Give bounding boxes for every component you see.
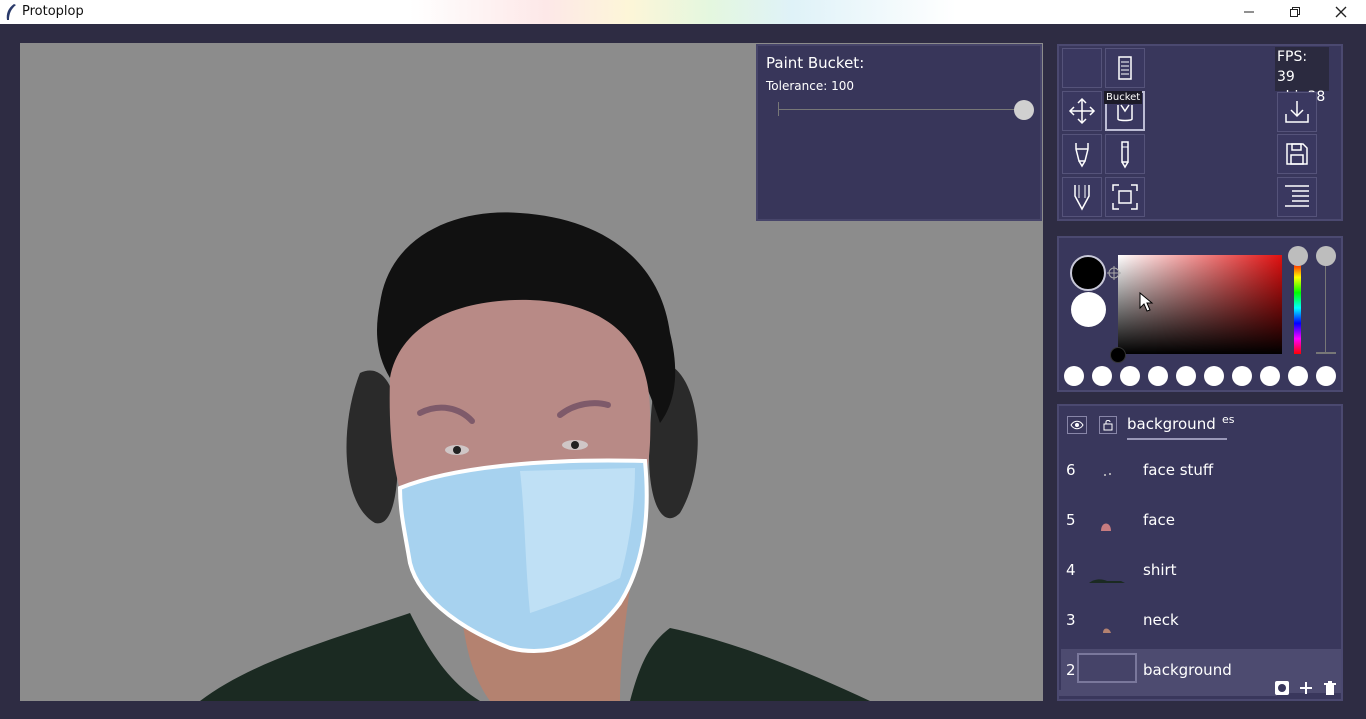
- tool-options-title: Paint Bucket:: [766, 54, 865, 72]
- title-bar: Protoplop: [0, 0, 1366, 24]
- add-layer-button[interactable]: [1297, 679, 1315, 697]
- tool-options-panel: Paint Bucket: Tolerance: 100: [756, 44, 1042, 221]
- fit-screen-icon: [1112, 184, 1138, 210]
- layer-thumbnail: [1077, 453, 1137, 483]
- tolerance-label: Tolerance: 100: [766, 79, 854, 93]
- layer-name: face: [1143, 511, 1175, 529]
- picker-crosshair-icon: [1107, 266, 1121, 280]
- layer-name: neck: [1143, 611, 1179, 629]
- tool-move[interactable]: [1062, 91, 1102, 131]
- minimize-button[interactable]: [1226, 0, 1272, 24]
- tolerance-slider-track[interactable]: [778, 109, 1023, 110]
- palette-swatch[interactable]: [1064, 366, 1084, 386]
- maximize-button[interactable]: [1272, 0, 1318, 24]
- layer-row[interactable]: 3 neck: [1061, 599, 1341, 643]
- opacity-slider-base: [1316, 352, 1336, 354]
- tool-fit-screen[interactable]: [1105, 177, 1145, 217]
- move-icon: [1068, 97, 1096, 125]
- delete-layer-button[interactable]: [1321, 679, 1339, 697]
- layer-name: shirt: [1143, 561, 1177, 579]
- layers-scrollbar[interactable]: [1059, 690, 1277, 696]
- layer-name: face stuff: [1143, 461, 1214, 479]
- layer-thumbnail: [1077, 653, 1137, 683]
- palette-swatch[interactable]: [1288, 366, 1308, 386]
- layer-thumbnail: [1077, 603, 1137, 633]
- trash-icon: [1324, 680, 1336, 695]
- pencil-icon: [1121, 141, 1129, 169]
- layer-header-suffix: es: [1222, 413, 1235, 426]
- palette-swatch[interactable]: [1148, 366, 1168, 386]
- hue-slider[interactable]: [1294, 262, 1301, 354]
- layer-row[interactable]: 4 shirt: [1061, 549, 1341, 593]
- layers-panel: background es 6 face stuff 5 face 4 shir…: [1057, 404, 1343, 701]
- window-title: Protoplop: [22, 4, 84, 19]
- layer-visibility-toggle[interactable]: [1067, 416, 1087, 434]
- save-icon: [1286, 143, 1308, 165]
- layer-number: 2: [1066, 661, 1076, 679]
- mask-icon: [1275, 681, 1289, 695]
- brush-icon: [1074, 185, 1090, 211]
- layer-number: 3: [1066, 611, 1076, 629]
- layer-name-underline: [1127, 438, 1227, 440]
- close-icon: [1335, 6, 1347, 18]
- add-mask-button[interactable]: [1273, 679, 1291, 697]
- tolerance-slider-handle[interactable]: [1014, 100, 1034, 120]
- app-icon: [6, 4, 17, 20]
- save-button[interactable]: [1277, 134, 1317, 174]
- palette-swatch[interactable]: [1092, 366, 1112, 386]
- mouse-cursor-icon: [1139, 292, 1154, 312]
- tool-brush[interactable]: [1062, 177, 1102, 217]
- value-handle[interactable]: [1110, 347, 1126, 363]
- restore-icon: [1290, 7, 1300, 17]
- primary-color-swatch[interactable]: [1070, 255, 1106, 291]
- layer-name: background: [1143, 661, 1232, 679]
- eye-icon: [1070, 420, 1084, 430]
- palette-swatch[interactable]: [1232, 366, 1252, 386]
- palette-swatch[interactable]: [1176, 366, 1196, 386]
- palette-swatch[interactable]: [1260, 366, 1280, 386]
- palette-swatch[interactable]: [1120, 366, 1140, 386]
- layer-name-field[interactable]: background: [1127, 415, 1216, 433]
- tool-pencil[interactable]: [1105, 134, 1145, 174]
- layer-lock-toggle[interactable]: [1099, 416, 1117, 434]
- import-button[interactable]: [1277, 92, 1317, 132]
- unlock-icon: [1103, 420, 1113, 431]
- menu-icon: [1285, 185, 1309, 207]
- hue-slider-handle[interactable]: [1288, 246, 1308, 266]
- minimize-icon: [1244, 11, 1254, 13]
- plus-icon: [1300, 682, 1312, 694]
- palette-swatch[interactable]: [1316, 366, 1336, 386]
- layer-thumbnail: [1077, 553, 1137, 583]
- tool-tooltip: Bucket: [1104, 91, 1143, 104]
- opacity-slider-handle[interactable]: [1316, 246, 1336, 266]
- layer-row[interactable]: 5 face: [1061, 499, 1341, 543]
- download-icon: [1285, 101, 1309, 123]
- palette-swatch[interactable]: [1204, 366, 1224, 386]
- marker-icon: [1118, 56, 1132, 80]
- stats-display: FPS: 39 obj: 38: [1275, 47, 1329, 105]
- layer-thumbnail: [1077, 503, 1137, 533]
- layer-number: 4: [1066, 561, 1076, 579]
- tool-empty-slot[interactable]: [1062, 48, 1102, 88]
- tool-marker[interactable]: [1105, 48, 1145, 88]
- secondary-color-swatch[interactable]: [1071, 292, 1106, 327]
- layer-number: 6: [1066, 461, 1076, 479]
- opacity-slider[interactable]: [1325, 262, 1326, 354]
- tool-pen[interactable]: [1062, 134, 1102, 174]
- close-button[interactable]: [1318, 0, 1364, 24]
- fps-counter: FPS: 39: [1277, 49, 1308, 85]
- layer-row[interactable]: 6 face stuff: [1061, 449, 1341, 493]
- layer-number: 5: [1066, 511, 1076, 529]
- menu-button[interactable]: [1277, 177, 1317, 217]
- pen-icon: [1075, 143, 1089, 168]
